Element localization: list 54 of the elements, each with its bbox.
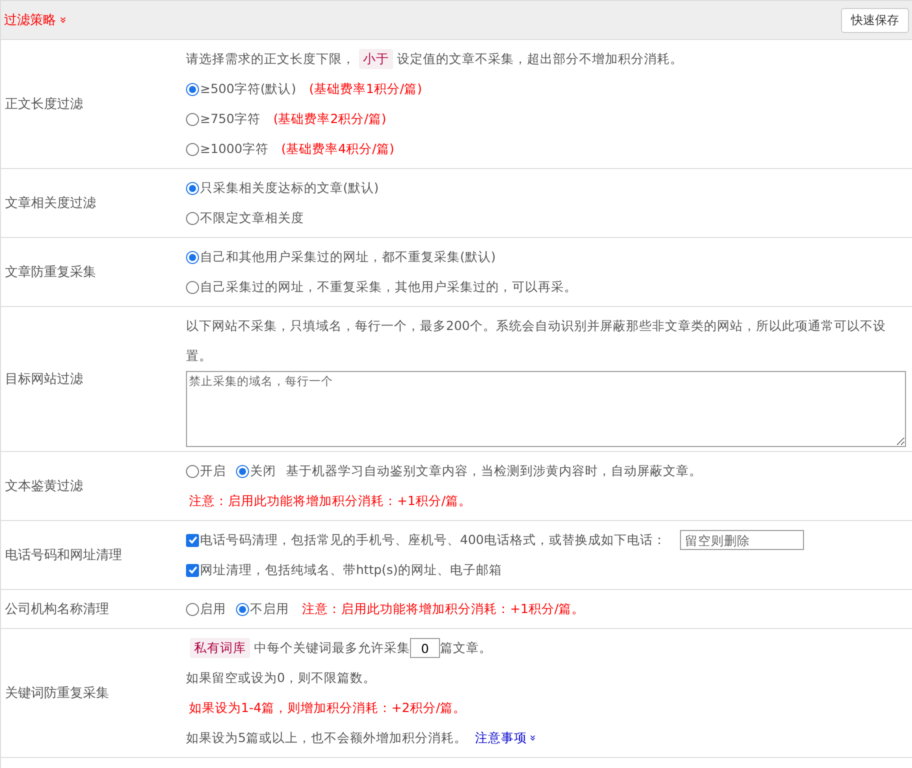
- description-text: 请选择需求的正文长度下限，: [186, 50, 355, 68]
- warning-note: 注意：启用此功能将增加积分消耗：+1积分/篇。: [302, 600, 585, 618]
- option-label[interactable]: 不限定文章相关度: [200, 203, 304, 233]
- warning-note: 如果设为1-4篇，则增加积分消耗：+2积分/篇。: [189, 699, 466, 717]
- radio-button[interactable]: [186, 602, 199, 616]
- save-button[interactable]: 快速保存: [841, 8, 909, 32]
- option-label[interactable]: 开启: [200, 456, 226, 486]
- row-label: 公司机构名称清理: [4, 601, 110, 619]
- radio-button[interactable]: [186, 212, 199, 224]
- checkbox[interactable]: [186, 534, 199, 546]
- description-text: 基于机器学习自动鉴别文章内容，当检测到涉黄内容时，自动屏蔽文章。: [286, 462, 702, 480]
- option-label[interactable]: 自己采集过的网址，不重复采集，其他用户采集过的，可以再采。: [200, 272, 577, 302]
- option-label[interactable]: ≥750字符: [200, 104, 260, 134]
- checkbox[interactable]: [186, 564, 199, 576]
- row-label: 文章相关度过滤: [4, 195, 97, 213]
- option-label[interactable]: 电话号码清理，包括常见的手机号、座机号、400电话格式，或替换成如下电话：: [200, 525, 666, 555]
- option-label[interactable]: 自己和其他用户采集过的网址，都不重复采集(默认): [200, 242, 496, 272]
- description-text: 篇文章。: [440, 639, 492, 657]
- option-label[interactable]: 网址清理，包括纯域名、带http(s)的网址、电子邮箱: [200, 555, 502, 585]
- radio-button[interactable]: [186, 280, 199, 294]
- domain-textarea[interactable]: 禁止采集的域名，每行一个: [186, 371, 906, 447]
- description-text: 如果设为5篇或以上，也不会额外增加积分消耗。: [186, 729, 467, 747]
- option-label[interactable]: 启用: [200, 594, 226, 624]
- radio-button[interactable]: [186, 250, 199, 264]
- option-label[interactable]: ≥500字符(默认): [200, 74, 296, 104]
- radio-button[interactable]: [186, 464, 199, 478]
- radio-button[interactable]: [236, 602, 249, 616]
- radio-button[interactable]: [186, 182, 199, 194]
- warning-note: (基础费率1积分/篇): [309, 80, 422, 98]
- row-label: 正文长度过滤: [4, 96, 84, 114]
- warning-note: (基础费率4积分/篇): [281, 140, 394, 158]
- radio-button[interactable]: [236, 464, 249, 478]
- radio-button[interactable]: [186, 82, 199, 96]
- row-label: 目标网站过滤: [4, 371, 84, 389]
- warning-note: (基础费率2积分/篇): [273, 110, 386, 128]
- radio-button[interactable]: [186, 142, 199, 156]
- row-label: 关键词防重复采集: [4, 685, 110, 703]
- option-label[interactable]: 只采集相关度达标的文章(默认): [200, 173, 379, 203]
- description-text: 中每个关键词最多允许采集: [254, 639, 410, 657]
- description-text: 设定值的文章不采集，超出部分不增加积分消耗。: [397, 50, 683, 68]
- description-text: 以下网站不采集，只填域名，每行一个，最多200个。系统会自动识别并屏蔽那些非文章类的网站，所以此项通常可以不设置。: [186, 317, 887, 365]
- number-input-field[interactable]: 0: [410, 638, 440, 658]
- option-label[interactable]: 关闭: [250, 456, 276, 486]
- highlight-tag: 私有词库: [190, 638, 250, 658]
- option-label[interactable]: ≥1000字符: [200, 134, 268, 164]
- warning-note: 注意：启用此功能将增加积分消耗：+1积分/篇。: [189, 492, 472, 510]
- description-text: 如果留空或设为0，则不限篇数。: [186, 669, 376, 687]
- option-label[interactable]: 不启用: [250, 594, 289, 624]
- row-label: 文章防重复采集: [4, 264, 97, 282]
- row-label: 电话号码和网址清理: [4, 547, 123, 565]
- row-label: 文本鉴黄过滤: [4, 478, 84, 496]
- highlight-tag: 小于: [359, 49, 393, 69]
- phone-input-field[interactable]: 留空则删除: [680, 530, 804, 550]
- radio-button[interactable]: [186, 112, 199, 126]
